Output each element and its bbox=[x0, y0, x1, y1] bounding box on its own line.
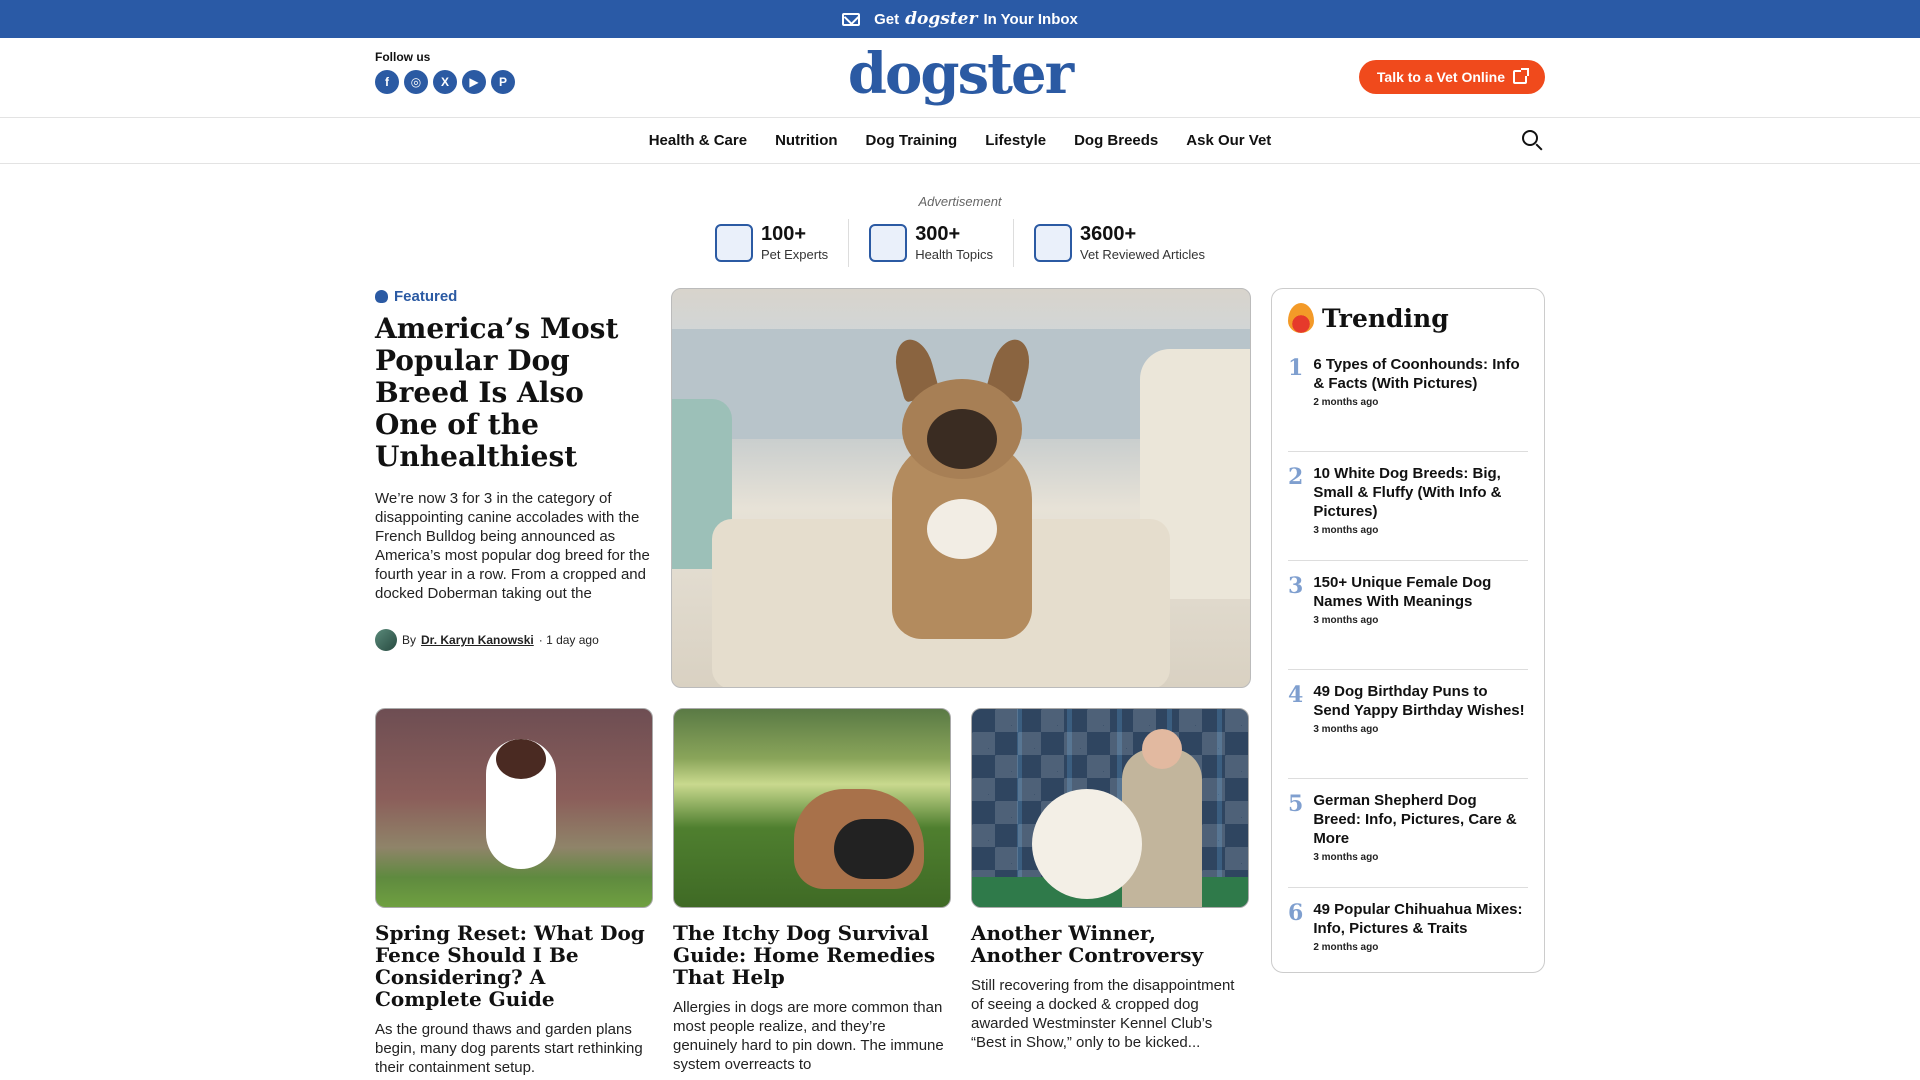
article-image[interactable] bbox=[375, 708, 653, 908]
main-nav: Health & Care Nutrition Dog Training Lif… bbox=[0, 118, 1920, 164]
site-header: Follow us f ◎ X ▶ P dogster Talk to a Ve… bbox=[0, 38, 1920, 118]
featured-title[interactable]: America’s Most Popular Dog Breed Is Also… bbox=[375, 313, 655, 473]
stat-number: 100+ bbox=[760, 223, 807, 245]
advertisement-label: Advertisement bbox=[918, 194, 1002, 209]
flame-icon bbox=[1288, 303, 1314, 333]
talk-to-vet-button[interactable]: Talk to a Vet Online bbox=[1358, 60, 1545, 94]
stat-vet-articles: 3600+ Vet Reviewed Articles bbox=[1013, 219, 1225, 267]
talk-to-vet-label: Talk to a Vet Online bbox=[1376, 69, 1505, 85]
nav-dog-breeds[interactable]: Dog Breeds bbox=[1074, 132, 1158, 149]
nav-ask-our-vet[interactable]: Ask Our Vet bbox=[1186, 132, 1271, 149]
trending-title-link[interactable]: 49 Popular Chihuahua Mixes: Info, Pictur… bbox=[1313, 900, 1528, 938]
external-link-icon bbox=[1513, 68, 1529, 84]
featured-tag-label: Featured bbox=[394, 288, 458, 305]
article-excerpt: Still recovering from the disappointment… bbox=[971, 977, 1235, 1051]
article-card[interactable]: Spring Reset: What Dog Fence Should I Be… bbox=[375, 708, 653, 1077]
trending-item[interactable]: 1 6 Types of Coonhounds: Info & Facts (W… bbox=[1288, 343, 1528, 452]
trending-rank: 5 bbox=[1288, 791, 1304, 817]
follow-us: Follow us f ◎ X ▶ P bbox=[375, 50, 515, 94]
stat-label: Pet Experts bbox=[760, 247, 829, 262]
trending-time: 3 months ago bbox=[1313, 852, 1379, 863]
stat-pet-experts: 100+ Pet Experts bbox=[695, 219, 848, 267]
trending-time: 3 months ago bbox=[1313, 615, 1379, 626]
trending-rank: 3 bbox=[1288, 573, 1304, 599]
trending-item[interactable]: 4 49 Dog Birthday Puns to Send Yappy Bir… bbox=[1288, 670, 1528, 779]
trending-title-link[interactable]: 49 Dog Birthday Puns to Send Yappy Birth… bbox=[1313, 682, 1528, 720]
trending-title-link[interactable]: 150+ Unique Female Dog Names With Meanin… bbox=[1313, 573, 1528, 611]
trending-time: 3 months ago bbox=[1313, 525, 1379, 536]
document-icon bbox=[1034, 224, 1072, 262]
stat-health-topics: 300+ Health Topics bbox=[848, 219, 1013, 267]
envelope-icon bbox=[842, 12, 861, 26]
nav-dog-training[interactable]: Dog Training bbox=[866, 132, 958, 149]
trending-rank: 2 bbox=[1288, 464, 1304, 490]
trending-time: 2 months ago bbox=[1313, 397, 1379, 408]
newsletter-banner[interactable]: Get dogster In Your Inbox bbox=[0, 0, 1920, 38]
trending-item[interactable]: 5 German Shepherd Dog Breed: Info, Pictu… bbox=[1288, 779, 1528, 888]
article-image[interactable] bbox=[971, 708, 1249, 908]
trending-rank: 1 bbox=[1288, 355, 1304, 381]
featured-image[interactable] bbox=[671, 288, 1251, 688]
author-link[interactable]: Dr. Karyn Kanowski bbox=[421, 633, 534, 647]
trending-title-link[interactable]: German Shepherd Dog Breed: Info, Picture… bbox=[1313, 791, 1528, 848]
trending-title: Trending bbox=[1322, 303, 1449, 333]
facebook-icon[interactable]: f bbox=[375, 70, 399, 94]
trending-item[interactable]: 6 49 Popular Chihuahua Mixes: Info, Pict… bbox=[1288, 888, 1528, 997]
stat-number: 300+ bbox=[915, 223, 961, 245]
banner-brand: dogster bbox=[905, 9, 978, 29]
trending-item[interactable]: 3 150+ Unique Female Dog Names With Mean… bbox=[1288, 561, 1528, 670]
article-excerpt: Allergies in dogs are more common than m… bbox=[673, 999, 944, 1073]
trending-item[interactable]: 2 10 White Dog Breeds: Big, Small & Fluf… bbox=[1288, 452, 1528, 561]
banner-suffix: In Your Inbox bbox=[983, 10, 1078, 28]
nav-health-care[interactable]: Health & Care bbox=[649, 132, 747, 149]
trending-rank: 6 bbox=[1288, 900, 1304, 926]
trending-time: 3 months ago bbox=[1313, 724, 1379, 735]
trending-time: 2 months ago bbox=[1313, 942, 1379, 953]
pinterest-icon[interactable]: P bbox=[491, 70, 515, 94]
quill-icon bbox=[714, 224, 753, 262]
author-avatar bbox=[375, 629, 397, 651]
article-title[interactable]: The Itchy Dog Survival Guide: Home Remed… bbox=[673, 922, 951, 988]
article-excerpt: As the ground thaws and garden plans beg… bbox=[375, 1021, 643, 1076]
featured-tag: Featured bbox=[375, 288, 655, 305]
byline-time: · 1 day ago bbox=[538, 633, 599, 647]
byline: By Dr. Karyn Kanowski · 1 day ago bbox=[375, 629, 655, 651]
paw-icon bbox=[375, 290, 388, 303]
stat-label: Health Topics bbox=[915, 247, 993, 262]
instagram-icon[interactable]: ◎ bbox=[404, 70, 428, 94]
trending-title-link[interactable]: 6 Types of Coonhounds: Info & Facts (Wit… bbox=[1313, 355, 1528, 393]
trending-panel: Trending 1 6 Types of Coonhounds: Info &… bbox=[1271, 288, 1545, 973]
stat-number: 3600+ bbox=[1080, 223, 1137, 245]
search-icon[interactable] bbox=[1522, 130, 1543, 151]
nav-lifestyle[interactable]: Lifestyle bbox=[985, 132, 1046, 149]
byline-by: By bbox=[402, 633, 417, 647]
youtube-icon[interactable]: ▶ bbox=[462, 70, 486, 94]
stats-bar: 100+ Pet Experts 300+ Health Topics 3600… bbox=[0, 219, 1920, 267]
trending-header: Trending bbox=[1288, 303, 1528, 333]
featured-excerpt: We’re now 3 for 3 in the category of dis… bbox=[375, 490, 650, 602]
article-cards: Spring Reset: What Dog Fence Should I Be… bbox=[375, 708, 1251, 1077]
banner-prefix: Get bbox=[874, 10, 900, 28]
article-image[interactable] bbox=[673, 708, 951, 908]
nav-nutrition[interactable]: Nutrition bbox=[775, 132, 837, 149]
follow-label: Follow us bbox=[375, 50, 431, 64]
featured-article: Featured America’s Most Popular Dog Bree… bbox=[375, 288, 655, 651]
article-title[interactable]: Spring Reset: What Dog Fence Should I Be… bbox=[375, 922, 653, 1010]
social-links: f ◎ X ▶ P bbox=[375, 70, 515, 94]
trending-rank: 4 bbox=[1288, 682, 1304, 708]
article-title[interactable]: Another Winner, Another Controversy bbox=[971, 922, 1249, 966]
trending-title-link[interactable]: 10 White Dog Breeds: Big, Small & Fluffy… bbox=[1313, 464, 1528, 521]
article-card[interactable]: The Itchy Dog Survival Guide: Home Remed… bbox=[673, 708, 951, 1077]
paw-hand-icon bbox=[869, 224, 908, 262]
site-logo[interactable]: dogster bbox=[848, 46, 1074, 102]
article-card[interactable]: Another Winner, Another Controversy Stil… bbox=[971, 708, 1249, 1077]
stat-label: Vet Reviewed Articles bbox=[1080, 247, 1206, 262]
x-icon[interactable]: X bbox=[433, 70, 457, 94]
trending-list: 1 6 Types of Coonhounds: Info & Facts (W… bbox=[1288, 343, 1528, 997]
